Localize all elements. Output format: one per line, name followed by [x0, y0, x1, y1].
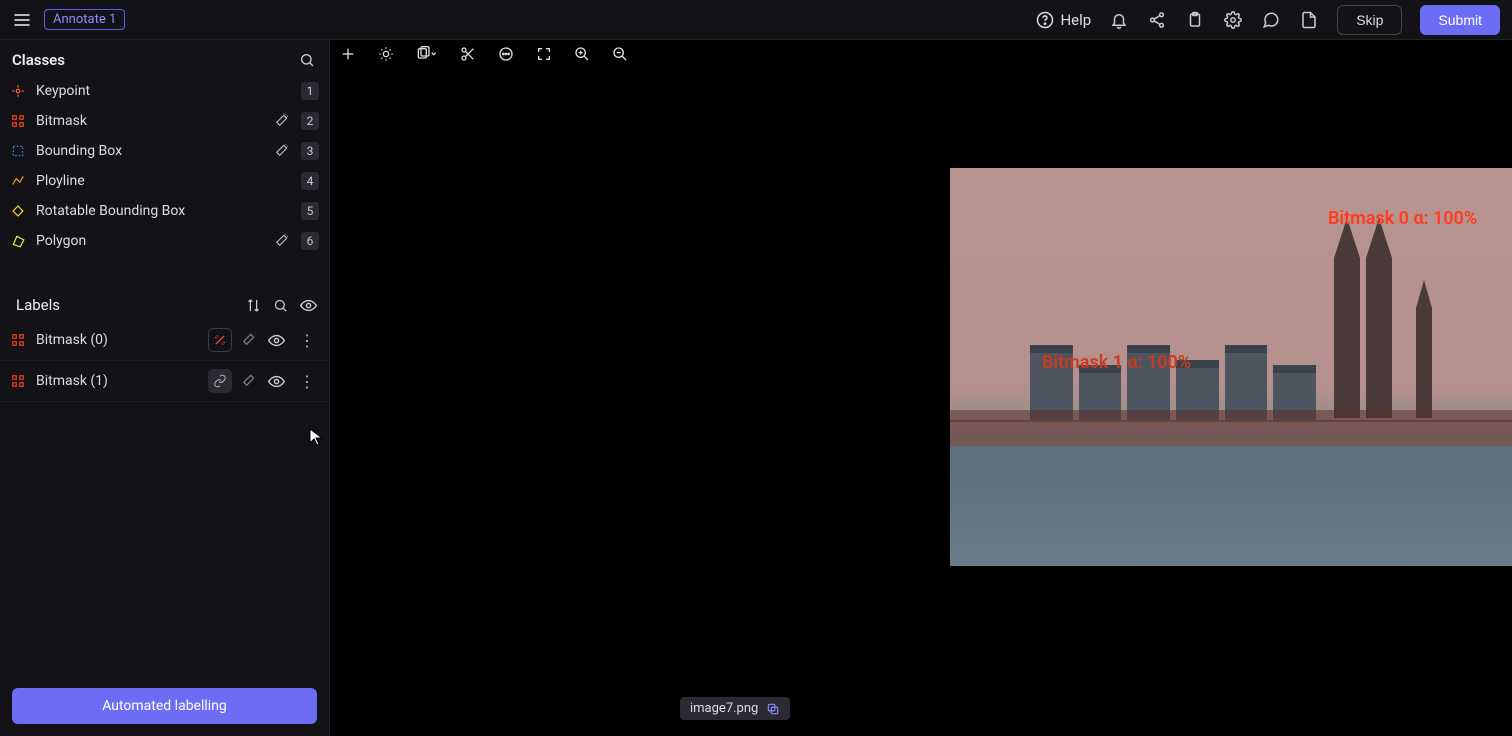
eye-icon[interactable] — [268, 373, 285, 390]
hotkey-badge: 2 — [301, 112, 319, 130]
wand-icon[interactable] — [242, 332, 258, 348]
hotkey-badge: 3 — [301, 142, 319, 160]
main: Classes Keypoint 1 Bitmask 2 Bounding Bo… — [0, 40, 1512, 736]
polygon-icon — [10, 233, 26, 249]
class-row-polygon[interactable]: Polygon 6 — [0, 226, 329, 256]
brightness-icon[interactable] — [378, 46, 394, 62]
labels-title: Labels — [16, 296, 60, 314]
class-label: Keypoint — [36, 83, 291, 99]
wand-icon[interactable] — [275, 143, 291, 159]
chat-icon[interactable] — [1261, 10, 1281, 30]
class-row-polyline[interactable]: Ployline 4 — [0, 166, 329, 196]
bbox-icon — [10, 143, 26, 159]
filename-pill: image7.png — [680, 697, 790, 720]
automated-labelling-button[interactable]: Automated labelling — [12, 688, 317, 724]
fullscreen-icon[interactable] — [536, 46, 552, 62]
canvas-area[interactable]: Bitmask 0 α: 100% Bitmask 1 α: 100% imag… — [330, 40, 1512, 736]
cursor-icon — [309, 428, 323, 446]
class-label: Bitmask — [36, 113, 265, 129]
topbar-right: Help Skip Submit — [1036, 5, 1500, 35]
class-label: Polygon — [36, 233, 265, 249]
top-bar: Annotate 1 Help Skip Submit — [0, 0, 1512, 40]
scissors-icon[interactable] — [460, 46, 476, 62]
class-row-bitmask[interactable]: Bitmask 2 — [0, 106, 329, 136]
hotkey-badge: 4 — [301, 172, 319, 190]
label-actions: ⋮ — [208, 369, 319, 393]
more-icon[interactable]: ⋮ — [295, 331, 319, 350]
image-cathedral — [1316, 218, 1436, 418]
image-water — [950, 446, 1512, 566]
label-name: Bitmask (0) — [36, 332, 198, 348]
link-icon[interactable] — [208, 369, 232, 393]
filename-text: image7.png — [690, 701, 758, 716]
wand-icon[interactable] — [275, 113, 291, 129]
wand-icon[interactable] — [242, 373, 258, 389]
class-label: Rotatable Bounding Box — [36, 203, 291, 219]
labels-header: Labels — [0, 286, 329, 320]
document-icon[interactable] — [1299, 10, 1319, 30]
bitmask-icon — [10, 332, 26, 348]
label-row-bitmask-1[interactable]: Bitmask (1) ⋮ — [0, 361, 329, 402]
clipboard-icon[interactable] — [1185, 10, 1205, 30]
ai-disconnect-icon[interactable] — [208, 328, 232, 352]
topbar-left: Annotate 1 — [12, 9, 125, 30]
eye-icon[interactable] — [300, 297, 317, 314]
copy-dropdown-icon[interactable] — [416, 46, 438, 62]
classes-title: Classes — [12, 51, 65, 69]
annotation-label-0[interactable]: Bitmask 0 α: 100% — [1328, 208, 1477, 229]
sidebar: Classes Keypoint 1 Bitmask 2 Bounding Bo… — [0, 40, 330, 736]
class-label: Ployline — [36, 173, 291, 189]
canvas-image[interactable]: Bitmask 0 α: 100% Bitmask 1 α: 100% — [950, 168, 1512, 566]
eye-icon[interactable] — [268, 332, 285, 349]
label-name: Bitmask (1) — [36, 373, 198, 389]
search-icon[interactable] — [297, 50, 317, 70]
hamburger-icon[interactable] — [12, 10, 32, 30]
class-row-keypoint[interactable]: Keypoint 1 — [0, 76, 329, 106]
hotkey-badge: 1 — [301, 82, 319, 100]
class-list: Keypoint 1 Bitmask 2 Bounding Box 3 Ploy… — [0, 76, 329, 256]
annotate-mode-tag[interactable]: Annotate 1 — [44, 9, 125, 30]
copy-icon[interactable] — [766, 702, 780, 716]
zoom-in-icon[interactable] — [574, 46, 590, 62]
bell-icon[interactable] — [1109, 10, 1129, 30]
more-icon[interactable]: ⋮ — [295, 372, 319, 391]
help-label: Help — [1060, 11, 1091, 29]
bitmask-icon — [10, 373, 26, 389]
label-row-bitmask-0[interactable]: Bitmask (0) ⋮ — [0, 320, 329, 361]
submit-button[interactable]: Submit — [1420, 5, 1500, 35]
wand-icon[interactable] — [275, 233, 291, 249]
annotation-label-1[interactable]: Bitmask 1 α: 100% — [1042, 352, 1191, 373]
search-icon[interactable] — [273, 298, 288, 313]
class-row-rotbbox[interactable]: Rotatable Bounding Box 5 — [0, 196, 329, 226]
hotkey-badge: 5 — [301, 202, 319, 220]
zoom-out-icon[interactable] — [612, 46, 628, 62]
bitmask-icon — [10, 113, 26, 129]
share-icon[interactable] — [1147, 10, 1167, 30]
class-row-bbox[interactable]: Bounding Box 3 — [0, 136, 329, 166]
canvas-toolbar — [340, 46, 628, 62]
rotatable-bbox-icon — [10, 203, 26, 219]
class-label: Bounding Box — [36, 143, 265, 159]
comment-icon[interactable] — [498, 46, 514, 62]
help-button[interactable]: Help — [1036, 11, 1091, 29]
add-icon[interactable] — [340, 46, 356, 62]
skip-button[interactable]: Skip — [1337, 5, 1402, 35]
keypoint-icon — [10, 83, 26, 99]
label-actions: ⋮ — [208, 328, 319, 352]
settings-icon[interactable] — [1223, 10, 1243, 30]
polyline-icon — [10, 173, 26, 189]
hotkey-badge: 6 — [301, 232, 319, 250]
classes-header: Classes — [0, 40, 329, 76]
sort-icon[interactable] — [246, 298, 261, 313]
